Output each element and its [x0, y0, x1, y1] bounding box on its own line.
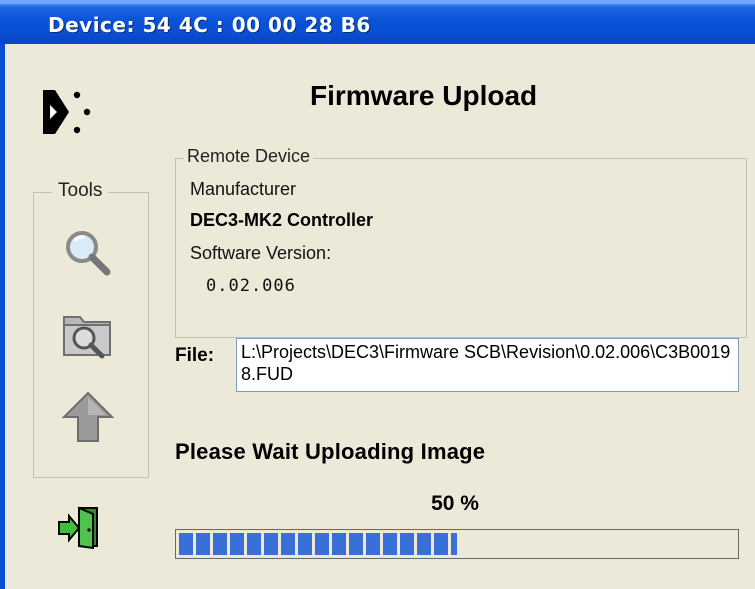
logo-icon [43, 90, 91, 134]
manufacturer-label: Manufacturer [190, 179, 297, 199]
remote-device-group: Remote Device Manufacturer DEC3-MK2 Cont… [175, 146, 747, 338]
software-version-value: 0.02.006 [206, 276, 296, 296]
file-path-field[interactable]: L:\Projects\DEC3\Firmware SCB\Revision\0… [236, 338, 739, 392]
upload-button[interactable] [60, 389, 116, 445]
software-version-label: Software Version: [190, 243, 332, 263]
status-message: Please Wait Uploading Image [175, 439, 486, 464]
remote-device-legend: Remote Device [184, 146, 314, 167]
tools-legend: Tools [52, 180, 109, 202]
window-titlebar: Device: 54 4C : 00 00 28 B6 [0, 0, 755, 44]
window-title: Device: 54 4C : 00 00 28 B6 [48, 13, 371, 37]
search-device-button[interactable] [60, 225, 116, 281]
tools-group: Tools [33, 180, 149, 478]
upload-arrow-icon [61, 391, 115, 442]
folder-search-icon [63, 316, 111, 359]
dialog-body: Firmware Upload Tools Remote Device Manu… [5, 44, 755, 589]
file-label: File: [175, 345, 215, 366]
upload-progress-fill [179, 533, 457, 555]
page-title: Firmware Upload [310, 80, 538, 111]
upload-progress-bar [175, 529, 739, 559]
progress-percent: 50 % [431, 492, 479, 515]
magnifier-icon [66, 231, 111, 276]
manufacturer-value: DEC3-MK2 Controller [190, 210, 374, 230]
browse-file-button[interactable] [60, 305, 116, 361]
